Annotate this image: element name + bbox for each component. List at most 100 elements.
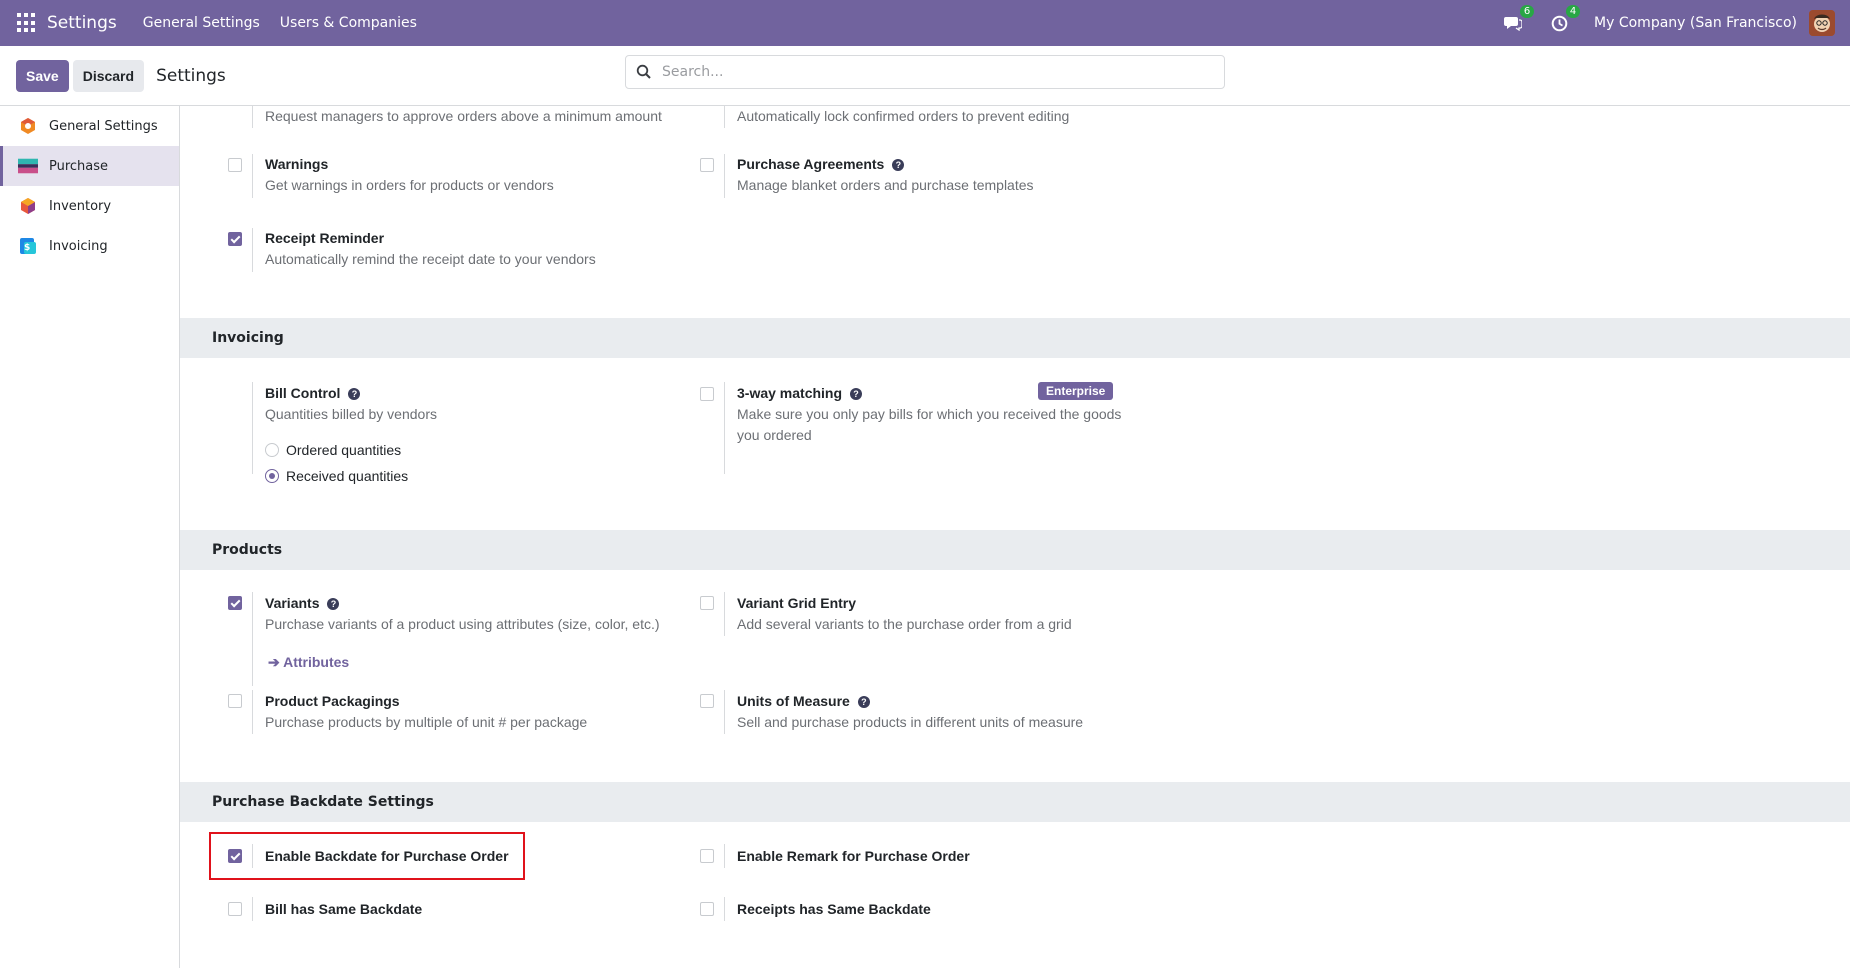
top-navbar: Settings General Settings Users & Compan… [0,0,1850,46]
enable-remark-checkbox[interactable] [700,849,714,863]
save-button[interactable]: Save [16,59,69,92]
divider [252,382,253,474]
search-icon [636,64,651,79]
warnings-description: Get warnings in orders for products or v… [265,177,554,193]
sidebar-item-label: Inventory [49,198,112,214]
activities-count-badge: 4 [1566,5,1581,18]
discard-button[interactable]: Discard [72,59,145,92]
ordered-quantities-radio[interactable] [265,443,279,457]
product-packagings-checkbox[interactable] [228,694,242,708]
bill-same-backdate-title: Bill has Same Backdate [265,901,423,917]
invoicing-icon: $ [18,236,38,256]
divider [724,106,725,128]
three-way-matching-title: 3-way matching? [737,385,863,401]
menu-general-settings[interactable]: General Settings [143,15,260,31]
receipt-reminder-description: Automatically remind the receipt date to… [265,251,596,267]
enable-backdate-checkbox[interactable] [228,849,242,863]
divider [724,592,725,636]
help-icon[interactable]: ? [892,159,905,171]
variants-checkbox[interactable] [228,596,242,610]
company-switcher[interactable]: My Company (San Francisco) [1594,15,1797,31]
received-quantities-label[interactable]: Received quantities [286,468,408,484]
messages-count-badge: 6 [1520,5,1535,18]
chat-icon [1504,17,1523,31]
product-packagings-description: Purchase products by multiple of unit # … [265,714,588,730]
variant-grid-entry-checkbox[interactable] [700,596,714,610]
divider [724,844,725,868]
setting-description: Automatically lock confirmed orders to p… [737,108,1070,124]
sidebar-item-invoicing[interactable]: $ Invoicing [0,226,179,266]
units-of-measure-title: Units of Measure? [737,693,870,709]
divider [252,154,253,198]
three-way-matching-description: Make sure you only pay bills for which y… [737,406,1122,422]
inventory-icon [18,196,38,216]
messages-button[interactable]: 6 [1502,5,1535,34]
sidebar-item-inventory[interactable]: Inventory [0,186,179,226]
help-icon[interactable]: ? [348,388,361,400]
setting-description: Request managers to approve orders above… [265,108,662,124]
received-quantities-radio[interactable] [265,469,279,483]
menu-users-companies[interactable]: Users & Companies [280,15,417,31]
general-settings-icon [18,116,38,136]
clock-icon [1551,15,1567,31]
svg-text:$: $ [24,243,30,253]
receipt-reminder-checkbox[interactable] [228,232,242,246]
three-way-matching-label: 3-way matching [737,385,843,401]
enterprise-badge[interactable]: Enterprise [1038,382,1114,400]
divider [724,897,725,921]
search-bar[interactable] [625,55,1225,89]
user-avatar[interactable] [1809,10,1835,36]
arrow-right-icon: ➔ [268,654,284,670]
units-of-measure-description: Sell and purchase products in different … [737,714,1084,730]
apps-menu-icon[interactable] [17,13,37,33]
variants-title: Variants? [265,595,340,611]
attributes-link[interactable]: ➔ Attributes [268,654,349,671]
divider [724,690,725,734]
warnings-title: Warnings [265,156,329,172]
units-of-measure-label: Units of Measure [737,693,850,709]
divider [252,897,253,921]
control-panel: Save Discard Settings [0,46,1850,106]
sidebar-item-purchase[interactable]: Purchase [0,146,179,186]
sidebar-item-label: General Settings [49,118,158,134]
purchase-icon [18,156,38,176]
purchase-agreements-title: Purchase Agreements? [737,156,905,172]
activities-button[interactable]: 4 [1548,5,1581,34]
receipts-same-backdate-checkbox[interactable] [700,902,714,916]
divider [252,106,253,128]
bill-control-description: Quantities billed by vendors [265,406,437,422]
bill-same-backdate-checkbox[interactable] [228,902,242,916]
sidebar-item-general-settings[interactable]: General Settings [0,106,179,146]
bill-control-label: Bill Control [265,385,341,401]
ordered-quantities-label[interactable]: Ordered quantities [286,442,401,458]
app-title[interactable]: Settings [47,13,117,33]
divider [252,690,253,734]
purchase-agreements-label: Purchase Agreements [737,156,885,172]
variant-grid-entry-description: Add several variants to the purchase ord… [737,616,1072,632]
enable-backdate-title: Enable Backdate for Purchase Order [265,848,509,864]
variant-grid-entry-title: Variant Grid Entry [737,595,857,611]
attributes-link-label: Attributes [283,654,350,670]
help-icon[interactable]: ? [857,696,870,708]
sidebar-item-label: Purchase [49,158,109,174]
help-icon[interactable]: ? [327,598,340,610]
variants-label: Variants [265,595,320,611]
section-heading-backdate: Purchase Backdate Settings [180,782,1850,822]
divider [724,154,725,198]
units-of-measure-checkbox[interactable] [700,694,714,708]
three-way-matching-checkbox[interactable] [700,387,714,401]
purchase-agreements-checkbox[interactable] [700,158,714,172]
product-packagings-title: Product Packagings [265,693,400,709]
page-title: Settings [156,65,226,86]
divider [252,844,253,868]
purchase-agreements-description: Manage blanket orders and purchase templ… [737,177,1034,193]
settings-sidebar: General Settings Purchase Inventory $ In… [0,106,180,968]
warnings-checkbox[interactable] [228,158,242,172]
search-input[interactable] [662,64,1202,80]
settings-content: Request managers to approve orders above… [180,106,1850,968]
receipts-same-backdate-title: Receipts has Same Backdate [737,901,931,917]
divider [724,382,725,474]
divider [252,228,253,272]
enable-remark-title: Enable Remark for Purchase Order [737,848,970,864]
help-icon[interactable]: ? [850,388,863,400]
